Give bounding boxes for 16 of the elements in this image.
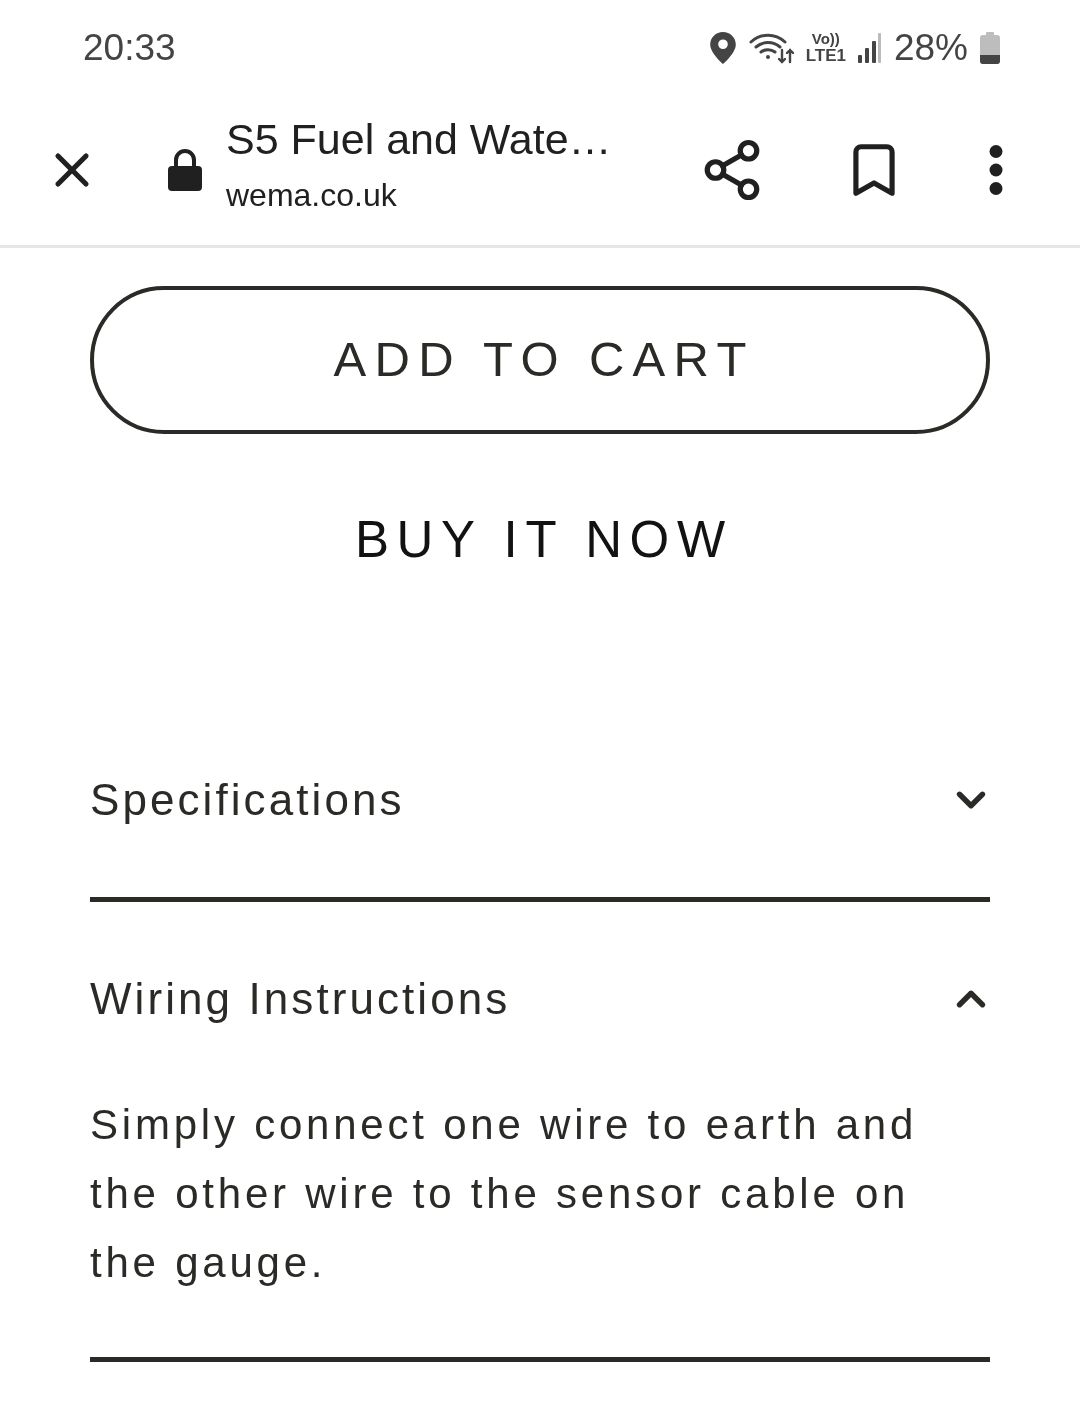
accordion-header[interactable]: Wiring Instructions xyxy=(90,902,990,1096)
more-options-icon xyxy=(989,145,1003,195)
lock-icon xyxy=(168,149,202,191)
buy-it-now-button[interactable]: BUY IT NOW xyxy=(90,490,990,590)
add-to-cart-button[interactable]: ADD TO CART xyxy=(90,286,990,434)
battery-percent: 28% xyxy=(893,29,968,66)
accordion-header[interactable]: Specifications xyxy=(90,703,990,897)
status-time: 20:33 xyxy=(83,29,176,66)
lte-label: LTE1 xyxy=(805,47,846,64)
battery-icon xyxy=(980,31,1000,64)
page-title: S5 Fuel and Wate… xyxy=(226,114,613,165)
page-domain: wema.co.uk xyxy=(226,176,398,215)
signal-bars-icon xyxy=(857,32,882,63)
location-pin-icon xyxy=(709,31,736,64)
volte-label: Vo)) xyxy=(811,31,840,47)
accordion-body-text: Simply connect one wire to earth and the other wire to the sensor cable on the gauge. xyxy=(90,1100,919,1288)
